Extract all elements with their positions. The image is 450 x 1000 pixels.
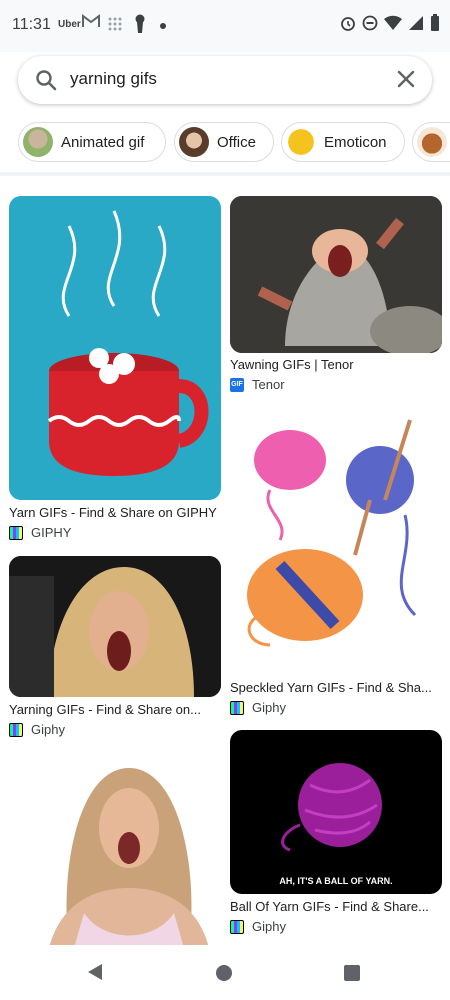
system-nav-bar <box>0 945 450 1000</box>
gmail-icon <box>82 14 100 33</box>
result-image[interactable] <box>230 196 442 353</box>
source-label: GIPHY <box>31 525 72 540</box>
search-box[interactable]: yarning gifs <box>18 56 432 104</box>
result-image[interactable] <box>9 748 221 948</box>
result-title[interactable]: Yawning GIFs | Tenor <box>230 357 442 372</box>
chip-animated-gif[interactable]: Animated gif <box>18 122 166 162</box>
giphy-favicon-icon <box>230 700 244 715</box>
result-image[interactable] <box>9 196 221 500</box>
back-icon[interactable] <box>86 963 104 986</box>
chip-office[interactable]: Office <box>174 122 274 162</box>
status-time: 11:31 <box>12 16 51 33</box>
result-image[interactable] <box>230 405 442 675</box>
divider <box>0 172 450 176</box>
yawning-dwarf-illustration <box>230 196 442 353</box>
notification-dot-icon <box>160 23 166 29</box>
result-image[interactable]: AH, IT'S A BALL OF YARN. <box>230 730 442 894</box>
mug-illustration <box>47 210 209 476</box>
status-right-icons <box>340 14 440 32</box>
result-source: Giphy <box>230 919 286 934</box>
tenor-favicon-icon: GIF <box>230 377 244 392</box>
chip-more[interactable] <box>412 122 450 162</box>
chip-thumbnail <box>417 127 447 157</box>
chip-label: Animated gif <box>61 133 145 151</box>
suggestion-chips: Animated gif Office Emoticon <box>0 122 450 168</box>
result-title[interactable]: Yarn GIFs - Find & Share on GIPHY <box>9 505 221 520</box>
result-source: GIF Tenor <box>230 377 285 392</box>
giphy-favicon-icon <box>9 722 23 737</box>
result-source: GIPHY <box>9 525 71 540</box>
result-image[interactable] <box>9 556 221 697</box>
source-label: Giphy <box>31 722 65 737</box>
image-caption: AH, IT'S A BALL OF YARN. <box>279 876 393 886</box>
home-icon[interactable] <box>216 965 232 981</box>
source-label: Giphy <box>252 700 286 715</box>
chip-emoticon[interactable]: Emoticon <box>281 122 405 162</box>
result-title[interactable]: Speckled Yarn GIFs - Find & Sha... <box>230 680 442 695</box>
ball-of-yarn-illustration <box>281 763 382 852</box>
result-title[interactable]: Ball Of Yarn GIFs - Find & Share... <box>230 899 442 914</box>
yarn-balls-illustration <box>247 419 417 647</box>
chip-thumbnail <box>179 127 209 157</box>
search-input[interactable]: yarning gifs <box>70 69 157 89</box>
chip-label: Office <box>217 133 256 151</box>
giphy-favicon-icon <box>230 919 244 934</box>
recent-apps-icon[interactable] <box>344 965 360 981</box>
giphy-favicon-icon <box>9 525 23 540</box>
chip-thumbnail <box>286 127 316 157</box>
wifi-icon <box>384 15 402 30</box>
do-not-disturb-icon <box>362 15 378 31</box>
result-source: Giphy <box>230 700 286 715</box>
keyhole-icon <box>134 14 146 39</box>
source-label: Giphy <box>252 919 286 934</box>
app-grid-icon <box>108 17 122 36</box>
woman-yawning-2-illustration <box>49 768 209 948</box>
status-bar: 11:31 Uber <box>0 0 450 52</box>
alarm-icon <box>341 17 355 31</box>
search-icon[interactable] <box>34 68 58 97</box>
result-source: Giphy <box>9 722 65 737</box>
chip-label: Emoticon <box>324 133 387 151</box>
woman-yawning-illustration <box>9 556 221 697</box>
chip-thumbnail <box>23 127 53 157</box>
uber-notification-icon: Uber <box>58 19 81 30</box>
battery-icon <box>431 14 439 31</box>
clear-icon[interactable] <box>396 69 416 94</box>
source-label: Tenor <box>252 377 285 392</box>
result-title[interactable]: Yarning GIFs - Find & Share on... <box>9 702 221 717</box>
signal-icon <box>409 16 423 30</box>
